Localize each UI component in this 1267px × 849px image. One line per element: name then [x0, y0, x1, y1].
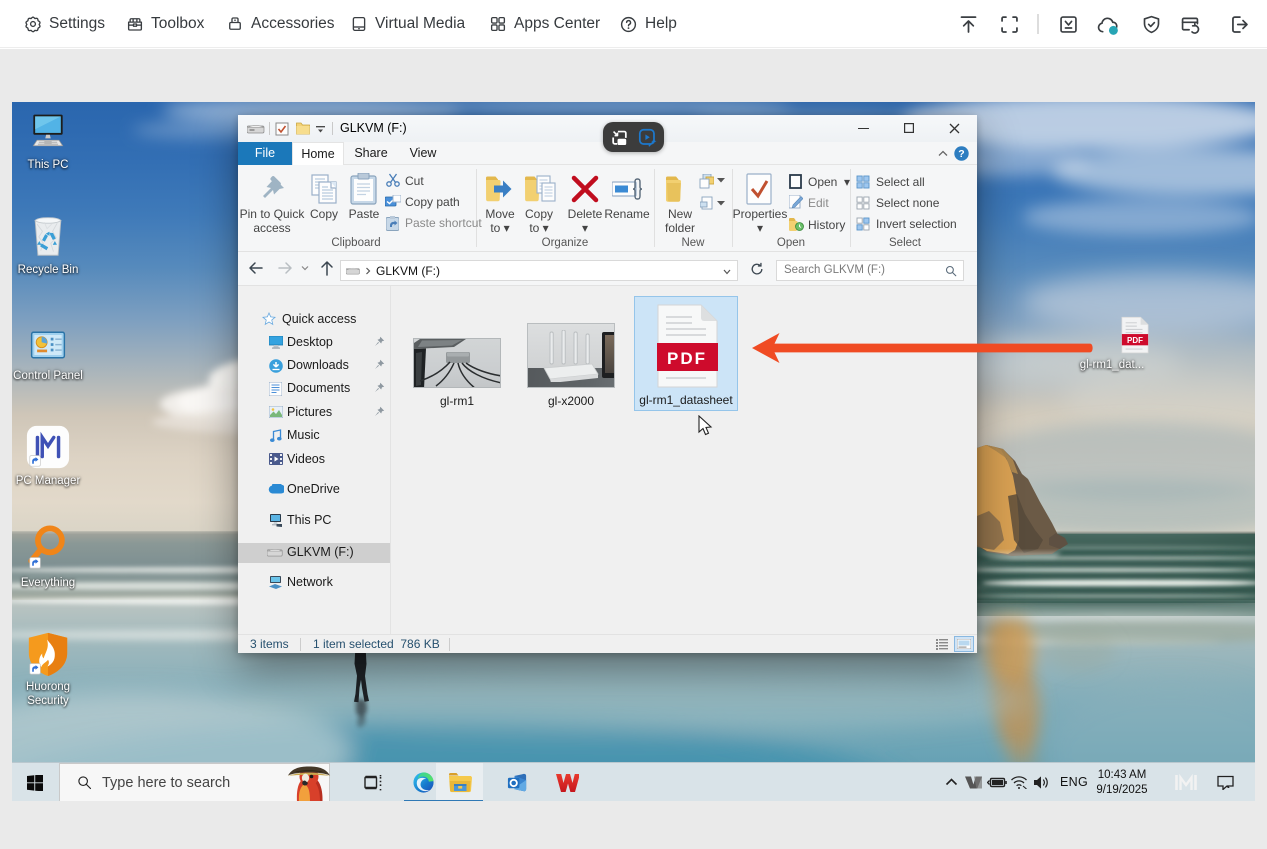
svg-text:PDF: PDF	[1127, 336, 1143, 345]
svg-text:?: ?	[958, 148, 964, 160]
svg-text:PDF: PDF	[667, 349, 707, 368]
